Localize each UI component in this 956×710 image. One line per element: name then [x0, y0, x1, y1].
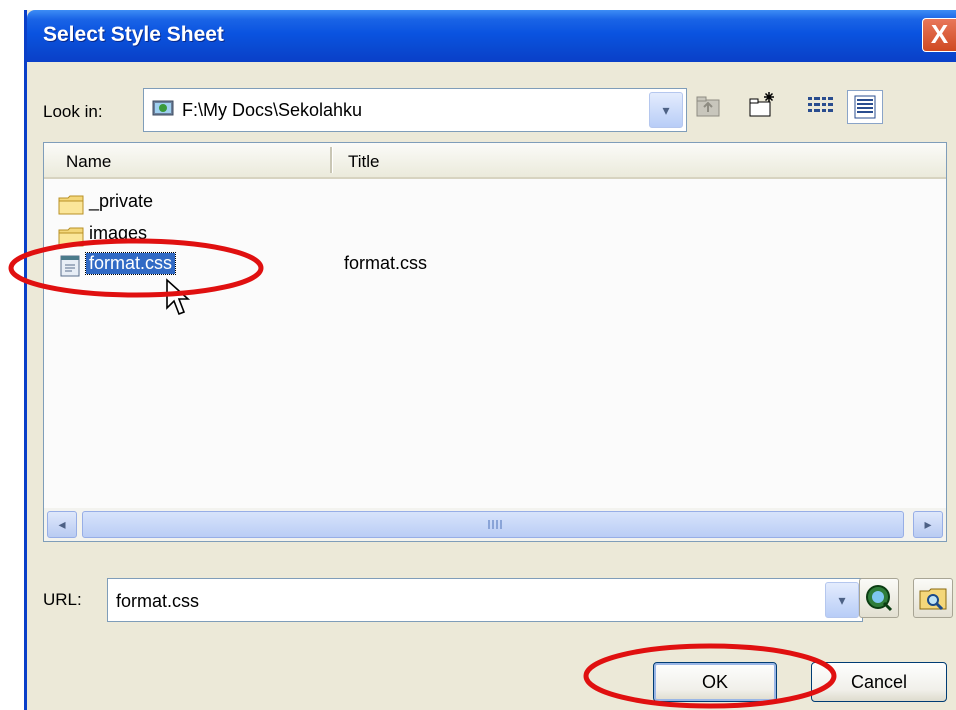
- details-view-button[interactable]: [847, 90, 883, 124]
- scroll-right-button[interactable]: ▸: [913, 511, 943, 538]
- up-folder-icon[interactable]: [693, 92, 723, 122]
- chevron-down-icon: ▾: [662, 102, 670, 118]
- url-combobox[interactable]: format.css ▾: [107, 578, 863, 622]
- column-header-title[interactable]: Title: [348, 152, 380, 172]
- chevron-down-icon: ▾: [838, 592, 846, 608]
- look-in-label: Look in:: [43, 102, 103, 121]
- look-in-value: F:\My Docs\Sekolahku: [182, 100, 363, 120]
- scrollbar-thumb[interactable]: [82, 511, 904, 538]
- column-divider[interactable]: [330, 147, 333, 173]
- folder-icon: [58, 227, 84, 247]
- list-item[interactable]: images: [44, 219, 946, 251]
- browse-folder-button[interactable]: [913, 578, 953, 618]
- url-label: URL:: [43, 590, 82, 609]
- ok-button[interactable]: OK: [653, 662, 777, 702]
- folder-icon: [58, 195, 84, 215]
- web-browse-button[interactable]: [859, 578, 899, 618]
- close-icon: X: [930, 19, 949, 49]
- arrow-right-icon: ▸: [924, 516, 932, 532]
- dialog-title: Select Style Sheet: [43, 23, 224, 46]
- file-title: format.css: [344, 253, 428, 273]
- details-view-icon: [854, 95, 876, 119]
- look-in-dropdown-button[interactable]: ▾: [649, 92, 683, 128]
- list-item[interactable]: format.css format.css: [44, 249, 946, 281]
- file-name: format.css: [84, 252, 177, 275]
- grip-icon: [488, 520, 504, 529]
- look-in-combobox[interactable]: F:\My Docs\Sekolahku ▾: [143, 88, 687, 132]
- drive-icon: [152, 100, 174, 116]
- close-button[interactable]: X: [922, 18, 956, 52]
- list-view-icon[interactable]: [805, 92, 835, 122]
- scroll-left-button[interactable]: ◂: [47, 511, 77, 538]
- url-dropdown-button[interactable]: ▾: [825, 582, 859, 618]
- mouse-pointer-icon: [166, 278, 191, 316]
- column-header: Name Title: [44, 143, 946, 179]
- column-header-name[interactable]: Name: [66, 152, 111, 172]
- file-list[interactable]: Name Title _private images format.css fo…: [43, 142, 947, 542]
- arrow-left-icon: ◂: [58, 516, 66, 532]
- file-name: _private: [89, 191, 154, 211]
- globe-icon: [866, 585, 893, 612]
- select-style-sheet-dialog: Select Style Sheet X Look in: F:\My Docs…: [24, 10, 956, 710]
- new-folder-icon[interactable]: [747, 90, 777, 120]
- css-file-icon: [60, 255, 80, 277]
- title-bar: Select Style Sheet X: [27, 10, 956, 62]
- cancel-button[interactable]: Cancel: [811, 662, 947, 702]
- file-name: images: [89, 223, 148, 243]
- list-item[interactable]: _private: [44, 187, 946, 219]
- folder-search-icon: [919, 588, 947, 611]
- url-input[interactable]: format.css: [116, 591, 199, 612]
- horizontal-scrollbar[interactable]: ◂ ▸: [43, 508, 947, 542]
